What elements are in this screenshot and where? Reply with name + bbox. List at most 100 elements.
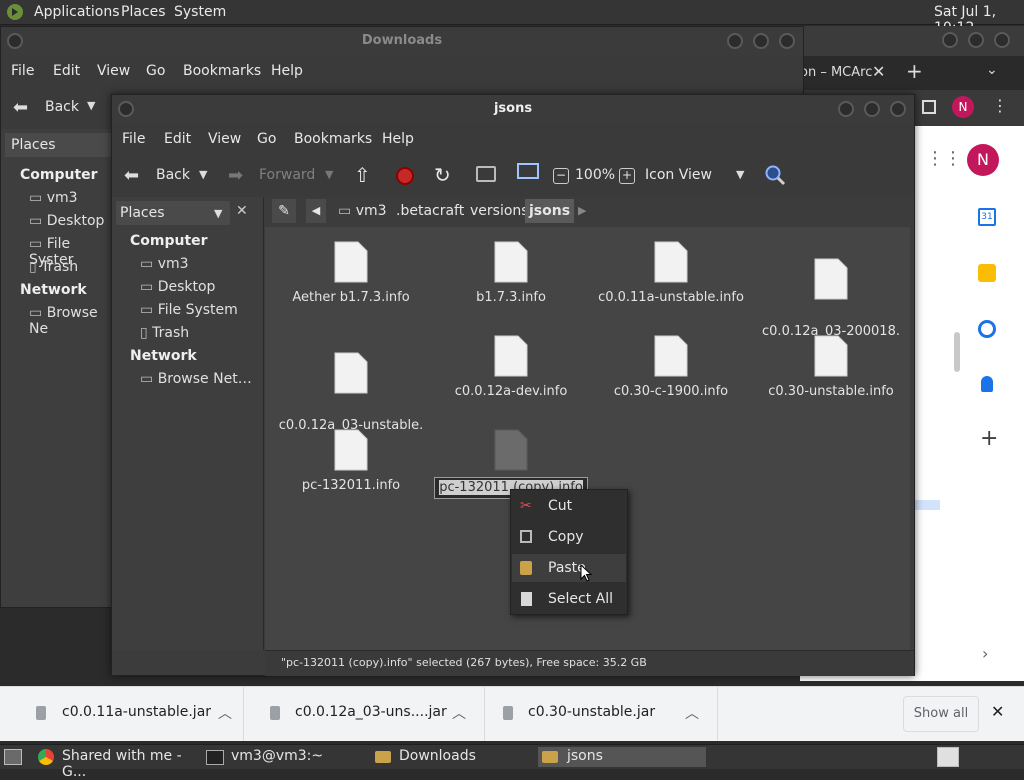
- menu-item-cut[interactable]: ✂ Cut: [512, 492, 626, 520]
- chevron-up-icon[interactable]: ︿: [452, 703, 466, 723]
- task-jsons[interactable]: jsons: [538, 747, 706, 767]
- zoom-out-icon[interactable]: −: [553, 168, 569, 184]
- places-menu[interactable]: Places: [121, 4, 166, 20]
- download-item[interactable]: c0.0.11a-unstable.jar ︿: [0, 687, 244, 741]
- sidebar-item-desktop[interactable]: ▭ Desktop: [140, 279, 215, 295]
- menu-help[interactable]: Help: [382, 131, 414, 147]
- keep-icon[interactable]: [978, 264, 996, 282]
- chevron-up-icon[interactable]: ︿: [685, 703, 699, 723]
- menu-item-select-all[interactable]: Select All: [512, 585, 626, 613]
- add-addon-icon[interactable]: +: [980, 426, 998, 451]
- crumb-betacraft[interactable]: .betacraft: [396, 199, 464, 223]
- distro-logo-icon[interactable]: [6, 3, 24, 21]
- menu-edit[interactable]: Edit: [164, 131, 191, 147]
- jsons-titlebar[interactable]: jsons: [112, 95, 914, 124]
- menu-go[interactable]: Go: [146, 63, 165, 79]
- menu-edit[interactable]: Edit: [53, 63, 80, 79]
- calendar-icon[interactable]: 31: [978, 208, 996, 226]
- sidebar-item-trash[interactable]: ▯ Trash: [140, 325, 189, 341]
- crumb-versions[interactable]: versions: [470, 199, 529, 223]
- menu-view[interactable]: View: [97, 63, 130, 79]
- download-item[interactable]: c0.30-unstable.jar ︿: [485, 687, 718, 741]
- back-arrow-icon[interactable]: ⬅: [13, 97, 28, 118]
- side-panel-icon[interactable]: [922, 100, 936, 114]
- chrome-menu-icon[interactable]: ⋮: [992, 96, 1008, 115]
- back-dropdown-icon[interactable]: ▼: [199, 168, 207, 181]
- menu-bookmarks[interactable]: Bookmarks: [294, 131, 372, 147]
- file-item[interactable]: pc-132011.info: [271, 429, 431, 494]
- back-button[interactable]: Back: [45, 99, 79, 115]
- places-selector[interactable]: Places: [5, 133, 113, 157]
- crumb-jsons[interactable]: jsons: [525, 199, 575, 223]
- sidebar-item-filesystem[interactable]: ▭ File System: [140, 302, 238, 318]
- profile-avatar[interactable]: N: [952, 96, 974, 118]
- task-chrome[interactable]: Shared with me - G...: [32, 747, 198, 780]
- crumb-vm3[interactable]: ▭ vm3: [334, 199, 391, 223]
- menu-file[interactable]: File: [122, 131, 145, 147]
- download-item[interactable]: c0.0.12a_03-uns....jar ︿: [244, 687, 485, 741]
- sidebar-item-trash[interactable]: ▯ Trash: [29, 259, 78, 275]
- chrome-tab-title[interactable]: on – MCArc: [800, 65, 872, 80]
- sidebar-item-desktop[interactable]: ▭ Desktop: [29, 213, 104, 229]
- sidebar-item-vm3[interactable]: ▭ vm3: [29, 190, 78, 206]
- tab-search-icon[interactable]: ⌄: [986, 62, 998, 78]
- close-sidebar-icon[interactable]: ✕: [236, 203, 248, 219]
- system-menu[interactable]: System: [174, 4, 226, 20]
- crumb-left-icon[interactable]: ◀: [306, 199, 326, 223]
- sidebar-item-browse-network[interactable]: ▭ Browse Ne: [29, 305, 113, 337]
- menu-bookmarks[interactable]: Bookmarks: [183, 63, 261, 79]
- maximize-button[interactable]: [968, 32, 984, 48]
- up-arrow-icon[interactable]: ⇧: [354, 163, 371, 187]
- tab-close-icon[interactable]: ✕: [872, 62, 885, 81]
- zoom-in-icon[interactable]: +: [619, 168, 635, 184]
- sidebar-item-browse-network[interactable]: ▭ Browse Net…: [140, 371, 252, 387]
- workspace-switcher[interactable]: [937, 747, 959, 767]
- menu-file[interactable]: File: [11, 63, 34, 79]
- menu-go[interactable]: Go: [257, 131, 276, 147]
- zoom-level[interactable]: 100%: [575, 167, 615, 183]
- show-all-button[interactable]: Show all: [903, 696, 979, 732]
- crumb-right-icon[interactable]: ▶: [578, 199, 586, 223]
- downloads-titlebar[interactable]: Downloads: [1, 27, 803, 56]
- sidebar-item-vm3[interactable]: ▭ vm3: [140, 256, 189, 272]
- search-icon[interactable]: [764, 164, 786, 186]
- tasks-icon[interactable]: [978, 320, 996, 338]
- minimize-button[interactable]: [838, 101, 854, 117]
- view-mode-dropdown-icon[interactable]: ▼: [736, 168, 744, 181]
- maximize-button[interactable]: [753, 33, 769, 49]
- applications-menu[interactable]: Applications: [34, 4, 120, 20]
- back-button[interactable]: Back: [156, 167, 190, 183]
- close-button[interactable]: [994, 32, 1010, 48]
- back-dropdown-icon[interactable]: ▼: [87, 99, 95, 112]
- close-button[interactable]: [890, 101, 906, 117]
- maximize-button[interactable]: [864, 101, 880, 117]
- menu-help[interactable]: Help: [271, 63, 303, 79]
- file-item[interactable]: c0.0.12a-dev.info: [431, 335, 591, 400]
- close-shelf-icon[interactable]: ✕: [991, 702, 1004, 721]
- file-item[interactable]: c0.30-c-1900.info: [591, 335, 751, 400]
- places-selector[interactable]: Places ▼: [116, 201, 230, 225]
- menu-view[interactable]: View: [208, 131, 241, 147]
- minimize-button[interactable]: [727, 33, 743, 49]
- task-terminal[interactable]: vm3@vm3:~: [202, 747, 368, 767]
- chevron-up-icon[interactable]: ︿: [218, 703, 232, 723]
- reload-icon[interactable]: ↻: [434, 163, 451, 187]
- apps-grid-icon[interactable]: ⋮⋮: [926, 148, 962, 169]
- close-button[interactable]: [779, 33, 795, 49]
- file-item[interactable]: c0.0.11a-unstable.info: [591, 241, 751, 306]
- minimize-button[interactable]: [942, 32, 958, 48]
- view-mode-select[interactable]: Icon View: [645, 167, 712, 183]
- account-avatar[interactable]: N: [967, 144, 999, 176]
- expand-chevron-icon[interactable]: ›: [982, 644, 988, 663]
- file-item[interactable]: Aether b1.7.3.info: [271, 241, 431, 306]
- edit-location-icon[interactable]: ✎: [272, 199, 296, 223]
- forward-arrow-icon[interactable]: ➡: [228, 165, 243, 186]
- stop-icon[interactable]: [396, 167, 414, 185]
- forward-dropdown-icon[interactable]: ▼: [325, 168, 333, 181]
- computer-icon[interactable]: [517, 163, 539, 179]
- new-tab-icon[interactable]: +: [906, 59, 923, 83]
- show-desktop-icon[interactable]: [4, 749, 22, 765]
- menu-item-copy[interactable]: Copy: [512, 523, 626, 551]
- file-item[interactable]: b1.7.3.info: [431, 241, 591, 306]
- back-arrow-icon[interactable]: ⬅: [124, 165, 139, 186]
